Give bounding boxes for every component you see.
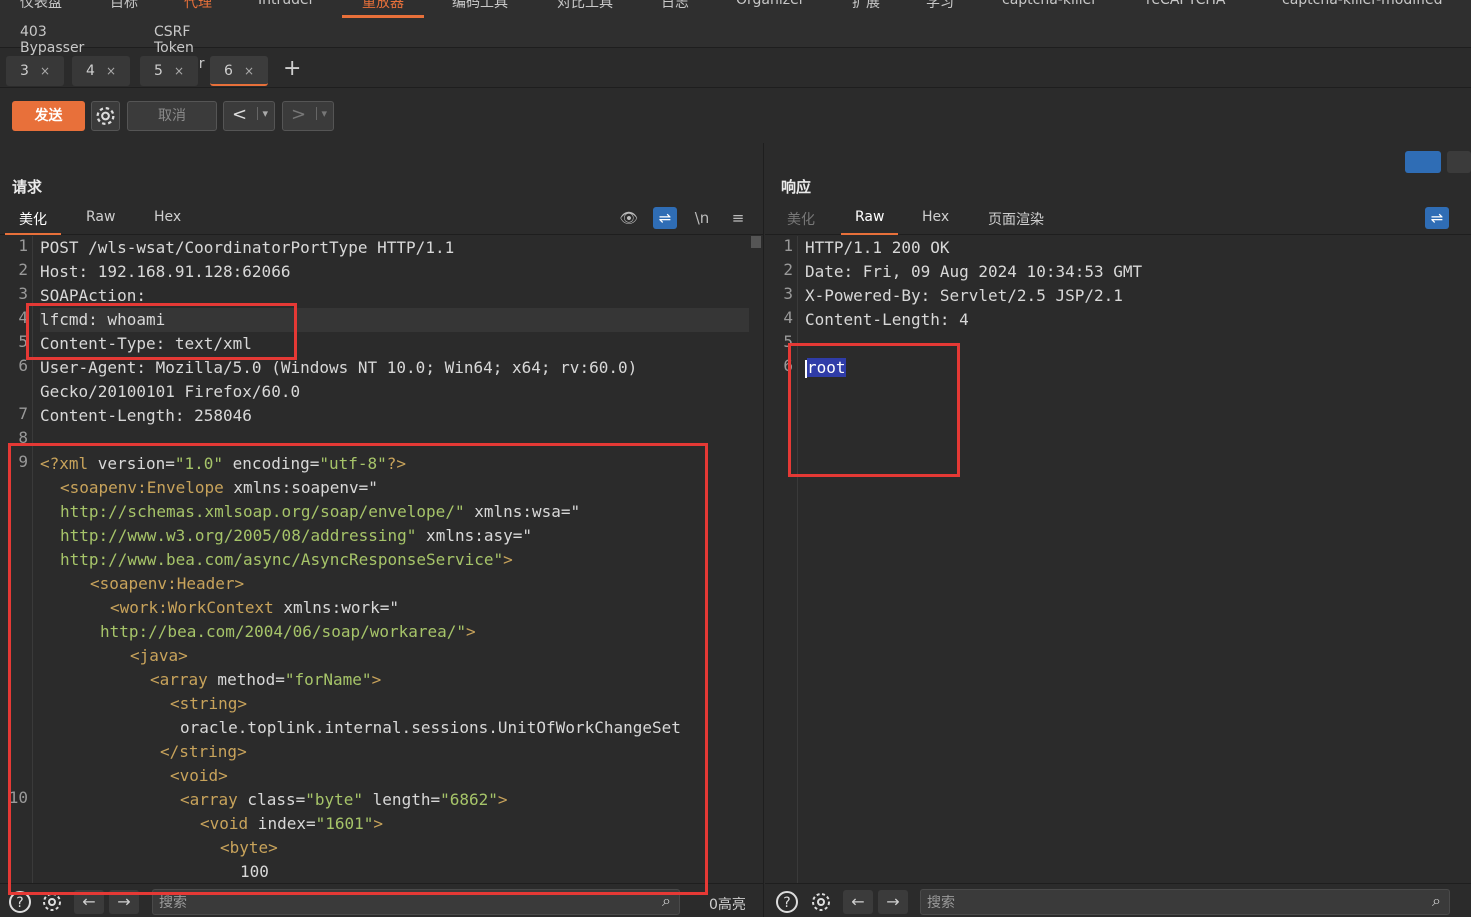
line-number: 2 <box>783 260 793 279</box>
menu-icon[interactable]: ≡ <box>726 207 750 229</box>
tab-recaptcha[interactable]: reCAPTCHA <box>1146 0 1225 8</box>
repeater-tab-bar: 3 × 4 × 5 × 6 × <box>0 52 1471 88</box>
hide-eye-icon[interactable]: 👁 <box>617 207 641 229</box>
code-line: Content-Length: 4 <box>805 310 969 329</box>
repeater-tab-label: 6 <box>224 63 233 79</box>
tab-render[interactable]: 页面渲染 <box>988 209 1044 229</box>
annotation-box-response <box>788 343 960 477</box>
tab-raw[interactable]: Raw <box>86 209 115 225</box>
svg-text:?: ? <box>783 895 790 911</box>
request-view-tabs: 美化 Raw Hex 👁 ⇌ \n ≡ <box>0 203 763 235</box>
response-view-tabs: 美化 Raw Hex 页面渲染 ⇌ <box>765 203 1471 235</box>
line-number-gutter: 123456 <box>765 236 798 883</box>
code-line: Gecko/20100101 Firefox/60.0 <box>40 382 301 401</box>
response-bottom-bar: ? ← → ⌕ <box>765 883 1471 917</box>
chevron-right-icon: > <box>291 104 307 125</box>
repeater-tab-label: 5 <box>154 63 163 79</box>
tab-logger[interactable]: 日志 <box>661 0 689 12</box>
repeater-tab-5[interactable]: 5 × <box>140 56 198 86</box>
gear-icon[interactable] <box>809 890 833 914</box>
cancel-button[interactable]: 取消 <box>127 101 217 131</box>
settings-button[interactable] <box>91 101 120 131</box>
tab-decoder[interactable]: 编码工具 <box>452 0 508 12</box>
tab-captcha-killer-modified[interactable]: captcha-killer-modified <box>1282 0 1442 8</box>
arrow-right-icon[interactable]: → <box>878 890 908 914</box>
annotation-box-header <box>26 303 297 360</box>
arrow-left-icon[interactable]: ← <box>843 890 873 914</box>
tab-target[interactable]: 目标 <box>110 0 138 12</box>
tab-proxy[interactable]: 代理 <box>184 0 212 12</box>
repeater-tab-label: 3 <box>20 63 29 79</box>
tab-extensions[interactable]: 扩展 <box>852 0 880 12</box>
help-icon[interactable]: ? <box>775 890 799 914</box>
gear-icon <box>812 893 830 911</box>
tab-raw[interactable]: Raw <box>840 209 900 235</box>
annotation-box-body <box>8 443 708 895</box>
layout-toggle-button-alt[interactable] <box>1447 151 1471 173</box>
line-number: 3 <box>18 284 28 303</box>
tab-repeater[interactable]: 重放器 <box>342 0 424 18</box>
send-button[interactable]: 发送 <box>12 101 85 131</box>
line-number: 6 <box>18 356 28 375</box>
line-number: 3 <box>783 284 793 303</box>
line-number: 2 <box>18 260 28 279</box>
tab-organizer[interactable]: Organizer <box>736 0 804 8</box>
tab-hex[interactable]: Hex <box>154 209 181 225</box>
code-line: Content-Length: 258046 <box>40 406 252 425</box>
tab-captcha-killer[interactable]: captcha-killer <box>1002 0 1097 8</box>
close-icon[interactable]: × <box>174 56 184 86</box>
close-icon[interactable]: × <box>106 56 116 86</box>
forward-button[interactable]: > ▾ <box>282 101 334 131</box>
search-input[interactable] <box>927 892 1376 912</box>
search-input[interactable] <box>159 892 607 912</box>
line-number: 7 <box>18 404 28 423</box>
code-line: HTTP/1.1 200 OK <box>805 238 950 257</box>
repeater-tab-label: 4 <box>86 63 95 79</box>
response-editor[interactable]: 123456 HTTP/1.1 200 OK Date: Fri, 09 Aug … <box>765 236 1471 883</box>
search-icon[interactable]: ⌕ <box>1432 891 1441 911</box>
tab-dashboard[interactable]: 仪表盘 <box>20 0 62 12</box>
tool-tab-bar: 仪表盘 目标 代理 Intruder 重放器 编码工具 对比工具 日志 Orga… <box>0 0 1471 72</box>
gear-icon <box>96 107 115 125</box>
add-tab-icon[interactable]: + <box>283 56 301 81</box>
back-button[interactable]: < ▾ <box>223 101 275 131</box>
response-pane: 响应 美化 Raw Hex 页面渲染 ⇌ 123456 HTTP/1.1 200… <box>765 143 1471 917</box>
response-title: 响应 <box>781 178 812 196</box>
tab-hex[interactable]: Hex <box>922 209 949 225</box>
highlight-count: 0高亮 <box>709 897 746 913</box>
tab-pretty[interactable]: 美化 <box>787 209 815 229</box>
repeater-toolbar: 发送 取消 < ▾ > ▾ <box>0 96 1471 136</box>
wrap-lines-icon[interactable]: ⇌ <box>653 207 677 229</box>
close-icon[interactable]: × <box>40 56 50 86</box>
request-title: 请求 <box>12 178 43 196</box>
tab-comparer[interactable]: 对比工具 <box>557 0 613 12</box>
repeater-tab-4[interactable]: 4 × <box>72 56 130 86</box>
chevron-left-icon: < <box>232 104 248 125</box>
tab-learn[interactable]: 学习 <box>926 0 954 12</box>
repeater-tab-3[interactable]: 3 × <box>6 56 64 86</box>
chevron-down-icon[interactable]: ▾ <box>257 107 268 120</box>
repeater-tab-6[interactable]: 6 × <box>210 56 268 86</box>
line-number: 4 <box>18 308 28 327</box>
code-line: POST /wls-wsat/CoordinatorPortType HTTP/… <box>40 238 455 257</box>
code-line: X-Powered-By: Servlet/2.5 JSP/2.1 <box>805 286 1123 305</box>
close-icon[interactable]: × <box>244 56 254 86</box>
wrap-lines-icon[interactable]: ⇌ <box>1425 207 1449 229</box>
code-line: Host: 192.168.91.128:62066 <box>40 262 291 281</box>
layout-toggle-button[interactable] <box>1405 151 1441 173</box>
chevron-down-icon[interactable]: ▾ <box>316 107 327 120</box>
line-number: 4 <box>783 308 793 327</box>
vertical-scrollbar[interactable] <box>751 236 761 248</box>
line-number: 5 <box>18 332 28 351</box>
code-line: Date: Fri, 09 Aug 2024 10:34:53 GMT <box>805 262 1143 281</box>
line-number: 1 <box>18 236 28 255</box>
help-icon: ? <box>776 891 798 913</box>
tab-pretty[interactable]: 美化 <box>5 209 61 235</box>
newline-icon[interactable]: \n <box>690 207 714 229</box>
response-search[interactable]: ⌕ <box>920 889 1450 915</box>
svg-text:?: ? <box>16 895 23 911</box>
line-number: 1 <box>783 236 793 255</box>
tab-intruder[interactable]: Intruder <box>258 0 314 8</box>
